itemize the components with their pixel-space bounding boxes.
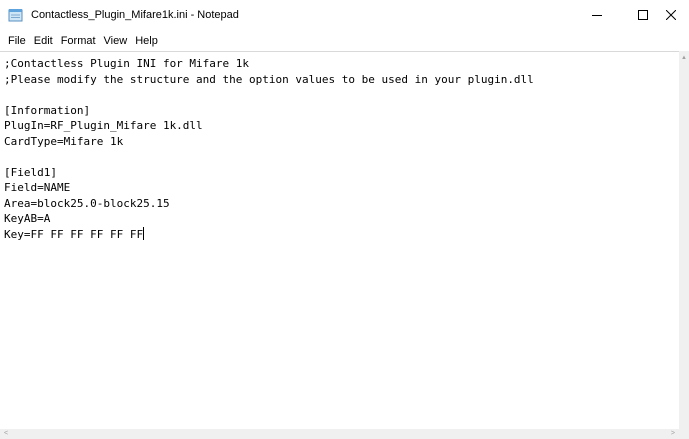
editor-line: Area=block25.0-block25.15 (4, 196, 170, 210)
minimize-icon (592, 7, 602, 25)
minimize-button[interactable] (574, 0, 620, 31)
menu-file[interactable]: File (4, 31, 30, 51)
editor-line: PlugIn=RF_Plugin_Mifare 1k.dll (4, 119, 203, 132)
editor-line: [Field1] (4, 165, 57, 179)
editor-line: ;Contactless Plugin INI for Mifare 1k (4, 57, 250, 70)
close-icon (665, 7, 677, 25)
menu-edit[interactable]: Edit (30, 31, 57, 51)
editor-line: CardType=Mifare 1k (4, 134, 124, 148)
menu-format[interactable]: Format (57, 31, 100, 51)
scroll-right-icon[interactable]: > (671, 430, 675, 437)
title-bar[interactable]: Contactless_Plugin_Mifare1k.ini - Notepa… (0, 0, 689, 31)
scroll-left-icon[interactable]: < (4, 430, 8, 437)
close-button[interactable] (665, 0, 689, 31)
notepad-window: Contactless_Plugin_Mifare1k.ini - Notepa… (0, 0, 689, 439)
text-editor[interactable]: ;Contactless Plugin INI for Mifare 1k ;P… (0, 51, 679, 429)
scrollbar-corner (679, 429, 689, 439)
notepad-icon (8, 8, 23, 22)
scroll-up-icon[interactable]: ▲ (681, 55, 687, 61)
editor-content[interactable]: ;Contactless Plugin INI for Mifare 1k ;P… (0, 52, 679, 242)
editor-line: [Information] (4, 103, 91, 117)
editor-line: ;Please modify the structure and the opt… (4, 72, 534, 86)
menu-view[interactable]: View (100, 31, 132, 51)
menu-help[interactable]: Help (131, 31, 162, 51)
editor-line: KeyAB=A (4, 212, 51, 225)
maximize-button[interactable] (620, 0, 666, 31)
editor-line: Key=FF FF FF FF FF FF (4, 227, 144, 241)
menu-bar: File Edit Format View Help (0, 31, 689, 51)
horizontal-scrollbar[interactable]: < > (0, 429, 679, 439)
vertical-scrollbar[interactable]: ▲ (679, 51, 689, 429)
editor-line: Field=NAME (4, 181, 71, 194)
window-title: Contactless_Plugin_Mifare1k.ini - Notepa… (31, 9, 239, 21)
text-caret (143, 226, 145, 240)
maximize-icon (638, 7, 648, 25)
